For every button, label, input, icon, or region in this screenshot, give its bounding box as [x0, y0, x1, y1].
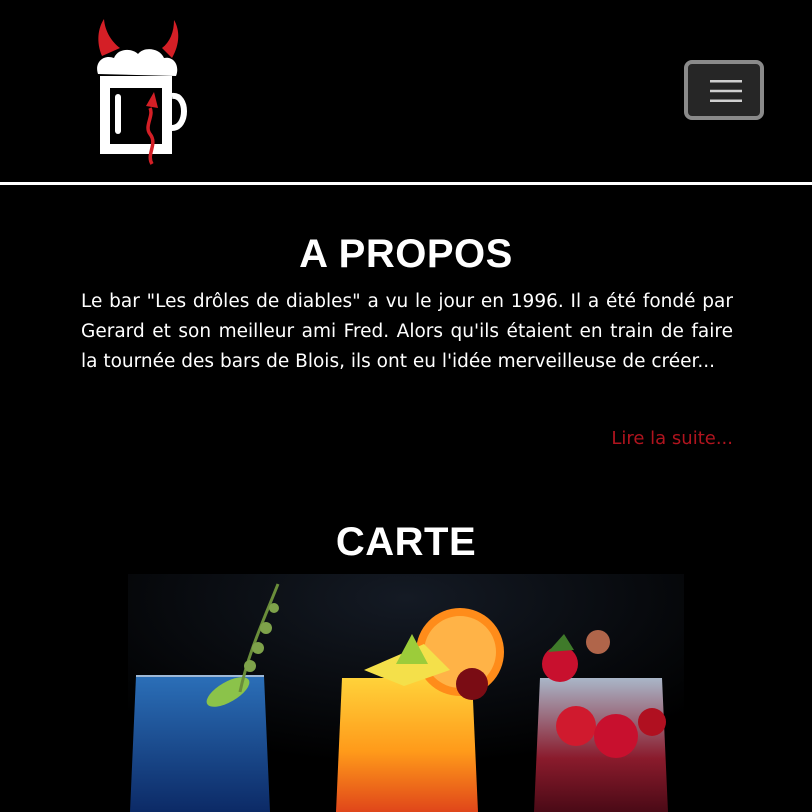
three-cocktails-photo-image	[128, 574, 684, 812]
navbar	[0, 0, 812, 182]
menu-toggle-button[interactable]	[684, 60, 764, 120]
header-divider	[0, 182, 812, 185]
logo[interactable]	[88, 16, 188, 166]
about-title: A PROPOS	[299, 232, 513, 276]
about-text: Le bar "Les drôles de diables" a vu le j…	[81, 291, 733, 372]
devil-beer-mug-logo-icon	[97, 19, 187, 165]
cocktails-photo	[128, 574, 684, 812]
hamburger-menu-icon	[710, 80, 742, 102]
menu-title: CARTE	[335, 520, 477, 564]
read-more-link[interactable]: Lire la suite...	[611, 428, 733, 449]
